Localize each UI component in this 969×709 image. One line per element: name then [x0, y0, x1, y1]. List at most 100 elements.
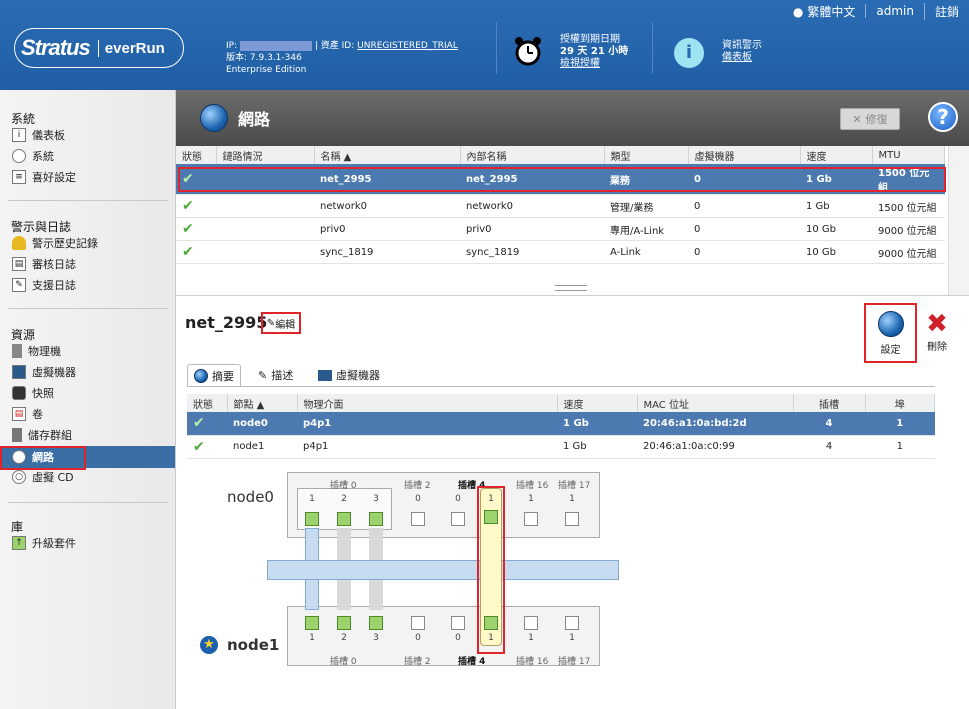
- selected-row-highlight: [178, 167, 946, 192]
- port-icon[interactable]: [411, 512, 425, 526]
- settings-button[interactable]: 設定: [864, 303, 917, 363]
- selected-port-highlight: [477, 486, 505, 654]
- sidebar-item-volumes[interactable]: ▤ 卷: [12, 405, 43, 423]
- logout-link[interactable]: 註銷: [923, 2, 969, 20]
- vm-icon: [12, 365, 26, 379]
- tab-vms[interactable]: 虛擬機器: [312, 364, 386, 386]
- check-icon: ✔: [182, 244, 194, 260]
- table-row[interactable]: ✔ node0 p4p1 1 Gb 20:46:a1:0a:bd:2d 4 1: [187, 412, 935, 436]
- sidebar-item-audit-log[interactable]: ▤ 審核日誌: [12, 255, 76, 273]
- port-icon[interactable]: [305, 616, 319, 630]
- col-interface[interactable]: 物理介面: [297, 394, 558, 412]
- dashboard-link[interactable]: 儀表板: [722, 52, 762, 64]
- col-mac[interactable]: MAC 位址: [637, 394, 794, 412]
- cd-icon: ○: [12, 470, 26, 484]
- sidebar-item-storage-groups[interactable]: 儲存群組: [12, 426, 72, 444]
- port-icon[interactable]: [411, 616, 425, 630]
- port-icon[interactable]: [524, 512, 538, 526]
- camera-icon: [12, 386, 26, 400]
- info-icon: i: [674, 38, 704, 68]
- networks-nav-highlight: [0, 446, 86, 470]
- port-icon[interactable]: [565, 616, 579, 630]
- storage-icon: [12, 428, 22, 442]
- sidebar-item-preferences[interactable]: ≡ 喜好設定: [12, 168, 76, 186]
- dashboard-icon: i: [12, 128, 26, 142]
- check-icon: ✔: [182, 221, 194, 237]
- col-status[interactable]: 狀態: [176, 146, 217, 164]
- globe-icon: ●: [792, 4, 804, 19]
- col-speed[interactable]: 速度: [557, 394, 638, 412]
- top-nav: ● 繁體中文 admin 註銷: [783, 0, 969, 22]
- sidebar: 系統 i 儀表板 系統 ≡ 喜好設定 警示與日誌 警示歷史記錄 ▤ 審核日誌 ✎ 支援日…: [0, 90, 176, 709]
- delete-button[interactable]: ✖ 刪除: [922, 310, 952, 353]
- slot-label: 插槽 2: [404, 657, 431, 667]
- bell-icon: [12, 236, 26, 250]
- col-name[interactable]: 名稱 ▲: [314, 146, 461, 164]
- col-status[interactable]: 狀態: [187, 394, 228, 412]
- edit-button[interactable]: ✎ 編輯: [261, 312, 301, 334]
- asset-id-link[interactable]: UNREGISTERED_TRIAL: [357, 41, 458, 51]
- user-menu[interactable]: admin: [865, 4, 924, 18]
- sidebar-item-virtual-machines[interactable]: 虛擬機器: [12, 363, 76, 381]
- col-type[interactable]: 類型: [604, 146, 689, 164]
- sidebar-item-physical-machines[interactable]: 物理機: [12, 342, 61, 360]
- port-icon[interactable]: [337, 512, 351, 526]
- col-link[interactable]: 鏈路情況: [216, 146, 315, 164]
- col-speed[interactable]: 速度: [800, 146, 873, 164]
- help-button[interactable]: ?: [928, 102, 958, 132]
- col-internal-name[interactable]: 內部名稱: [460, 146, 605, 164]
- license-info: 授權到期日期 29 天 21 小時 檢視授權: [560, 34, 629, 70]
- primary-star-icon: ★: [200, 636, 218, 654]
- language-selector[interactable]: ● 繁體中文: [783, 3, 866, 20]
- globe-icon: [200, 104, 228, 132]
- splitter-grip[interactable]: [555, 285, 587, 291]
- upgrade-icon: ↑: [12, 536, 26, 550]
- page-title: 網路: [238, 110, 271, 129]
- delete-x-icon: ✖: [926, 309, 948, 339]
- settings-globe-icon: [877, 311, 904, 337]
- sidebar-item-system[interactable]: 系統: [12, 147, 54, 165]
- repair-button[interactable]: ✕ 修復: [840, 108, 900, 130]
- section-title-alerts: 警示與日誌: [11, 220, 72, 234]
- alarm-clock-icon: [512, 34, 544, 68]
- port-icon[interactable]: [524, 616, 538, 630]
- section-title-library: 庫: [11, 520, 24, 534]
- port-icon[interactable]: [369, 512, 383, 526]
- node0-label: node0: [227, 488, 274, 506]
- tab-description[interactable]: ✎ 描述: [252, 364, 299, 386]
- port-icon[interactable]: [337, 616, 351, 630]
- table-row[interactable]: ✔ priv0 priv0 專用/A-Link 0 10 Gb 9000 位元組: [176, 217, 945, 241]
- networks-table: 狀態 鏈路情況 名稱 ▲ 內部名稱 類型 虛擬機器 速度 MTU ✔ net_29…: [176, 146, 945, 264]
- sidebar-item-support-log[interactable]: ✎ 支援日誌: [12, 276, 76, 294]
- table-row[interactable]: ✔ network0 network0 管理/業務 0 1 Gb 1500 位元組: [176, 194, 945, 218]
- sidebar-item-snapshots[interactable]: 快照: [12, 384, 54, 402]
- col-slot[interactable]: 插槽: [793, 394, 866, 412]
- check-icon: ✔: [193, 415, 205, 432]
- node1-label: node1: [227, 636, 280, 654]
- view-license-link[interactable]: 檢視授權: [560, 58, 628, 70]
- col-node[interactable]: 節點 ▲: [227, 394, 298, 412]
- sidebar-item-upgrade-kits[interactable]: ↑ 升級套件: [12, 534, 76, 552]
- alerts-info: 資訊警示 儀表板: [722, 40, 762, 64]
- tab-summary[interactable]: 摘要: [187, 364, 241, 386]
- splitter[interactable]: [176, 295, 969, 296]
- volume-icon: ▤: [12, 407, 26, 421]
- port-icon[interactable]: [565, 512, 579, 526]
- port-icon[interactable]: [305, 512, 319, 526]
- detail-title: net_2995: [185, 313, 268, 332]
- table-row[interactable]: ✔ sync_1819 sync_1819 A-Link 0 10 Gb 9000 位元組: [176, 240, 945, 264]
- ports-table: 狀態 節點 ▲ 物理介面 速度 MAC 位址 插槽 埠 ✔ node0 p4p1 1 …: [187, 394, 935, 459]
- port-icon[interactable]: [369, 616, 383, 630]
- table-row[interactable]: ✔ node1 p4p1 1 Gb 20:46:a1:0a:c0:99 4 1: [187, 435, 935, 459]
- support-log-icon: ✎: [12, 278, 26, 292]
- port-icon[interactable]: [451, 616, 465, 630]
- sidebar-item-dashboard[interactable]: i 儀表板: [12, 126, 65, 144]
- col-mtu[interactable]: MTU: [872, 146, 945, 164]
- col-vms[interactable]: 虛擬機器: [688, 146, 801, 164]
- audit-log-icon: ▤: [12, 257, 26, 271]
- table-scrollbar[interactable]: [948, 146, 969, 296]
- sidebar-item-alert-history[interactable]: 警示歷史記錄: [12, 234, 98, 252]
- sidebar-item-virtual-cd[interactable]: ○ 虛擬 CD: [12, 468, 74, 486]
- port-icon[interactable]: [451, 512, 465, 526]
- col-port[interactable]: 埠: [865, 394, 935, 412]
